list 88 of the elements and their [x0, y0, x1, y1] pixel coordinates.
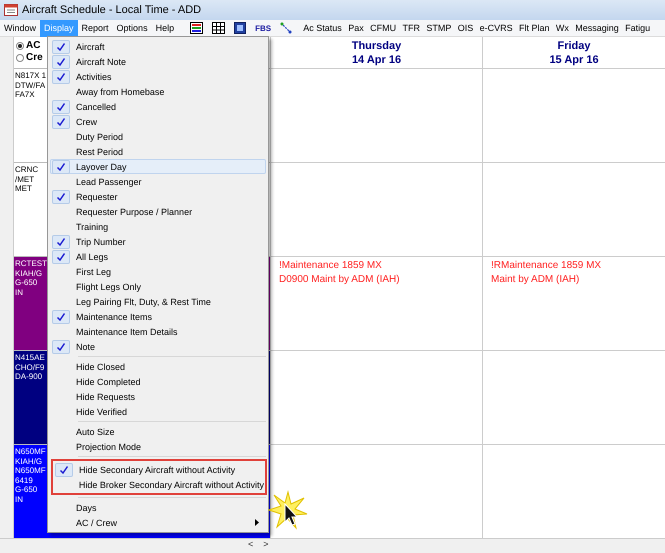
row-label-text: FA7X	[15, 90, 35, 100]
menu-option[interactable]: Hide Verified	[50, 404, 266, 419]
toolbar-link[interactable]: OIS	[454, 23, 476, 33]
radio-label: Cre	[26, 52, 43, 63]
row-label-text: DTW/FA	[15, 80, 46, 90]
row-label-text: KIAH/G	[15, 456, 42, 466]
toolbar-link[interactable]: Flt Plan	[516, 23, 553, 33]
menu-option[interactable]: Auto Size	[50, 424, 266, 439]
menu-option[interactable]: AC / Crew	[50, 515, 266, 530]
menu-option[interactable]: Activities	[50, 69, 266, 84]
day-heading: Thursday	[352, 40, 402, 52]
menu-option[interactable]: Layover Day	[50, 159, 266, 174]
row-label-text: G-650	[15, 485, 38, 494]
menu-option[interactable]: Aircraft Note	[50, 54, 266, 69]
toolbar-link[interactable]: e-CVRS	[476, 23, 516, 33]
toolbar-link[interactable]: CFMU	[366, 23, 400, 33]
window-title: Aircraft Schedule - Local Time - ADD	[22, 4, 202, 16]
toolbar-link[interactable]: Fatigu	[622, 23, 654, 33]
menu-option[interactable]: All Legs	[50, 249, 266, 264]
menu-option[interactable]: Cancelled	[50, 99, 266, 114]
row-label-text: /MET	[15, 174, 34, 184]
menu-option[interactable]: Projection Mode	[50, 439, 266, 454]
grid-icon[interactable]	[212, 22, 226, 34]
menu-option[interactable]: Away from Homebase	[50, 84, 266, 99]
row-label-text: 6419	[15, 476, 33, 485]
row-label-text: G-650	[15, 278, 38, 288]
row-label-text: IN	[15, 288, 23, 297]
menu-item[interactable]: Report	[78, 20, 113, 36]
row-label-text: CRNC	[15, 165, 38, 174]
menu-item[interactable]: Window	[0, 20, 40, 36]
menu-option[interactable]: Flight Legs Only	[50, 279, 266, 294]
menu-option[interactable]: Hide Broker Secondary Aircraft without Activity	[53, 477, 265, 492]
row-label-text: IN	[15, 494, 23, 504]
row-label-text: N650MF	[15, 447, 46, 456]
date-heading: 15 Apr 16	[549, 54, 599, 66]
menu-option[interactable]: Requester Purpose / Planner	[50, 204, 266, 219]
menu-option[interactable]: Trip Number	[50, 234, 266, 249]
connector-icon[interactable]	[280, 22, 292, 34]
event-text: D0900 Maint by ADM (IAH)	[279, 274, 400, 285]
menu-option[interactable]: Hide Closed	[50, 359, 266, 374]
toolbar-link[interactable]: Wx	[552, 23, 572, 33]
calendar-icon	[4, 4, 18, 16]
row-label-text: CHO/F9	[15, 362, 44, 372]
date-heading: 14 Apr 16	[352, 54, 402, 66]
menu-item[interactable]: Help	[152, 20, 178, 36]
row-label-text: N817X 1	[15, 71, 46, 80]
day-heading: Friday	[557, 40, 590, 52]
row-label-text: DA-900	[15, 372, 42, 382]
menu-option[interactable]: Note	[50, 339, 266, 354]
row-label-text: N650MF	[15, 466, 46, 476]
menu-option[interactable]: Lead Passenger	[50, 174, 266, 189]
menu-item[interactable]: Options	[112, 20, 152, 36]
menu-option[interactable]: Rest Period	[50, 144, 266, 159]
event-text: Maint by ADM (IAH)	[491, 274, 580, 285]
color-grid-icon[interactable]	[190, 22, 204, 34]
vertical-scrollbar[interactable]	[0, 37, 14, 538]
radio-label: AC	[26, 40, 40, 51]
menu-option[interactable]: Days	[50, 500, 266, 515]
menu-option[interactable]: First Leg	[50, 264, 266, 279]
row-label-text: MET	[15, 184, 32, 194]
toolbar-text-icon[interactable]: FBS	[255, 24, 272, 32]
event-text: !RMaintenance 1859 MX	[491, 260, 602, 271]
toolbar-link[interactable]: TFR	[399, 23, 424, 33]
menu-option[interactable]: Crew	[50, 114, 266, 129]
menu-option[interactable]: Requester	[50, 189, 266, 204]
cursor-burst-drawing	[268, 490, 308, 530]
toolbar-link[interactable]: STMP	[423, 23, 455, 33]
menu-option[interactable]: Leg Pairing Flt, Duty, & Rest Time	[50, 294, 266, 309]
toolbar-link[interactable]: Messaging	[572, 23, 622, 33]
radio-button[interactable]	[16, 54, 24, 62]
menu-option[interactable]: Hide Completed	[50, 374, 266, 389]
toolbar-link[interactable]: Pax	[345, 23, 367, 33]
menu-option[interactable]: Maintenance Item Details	[50, 324, 266, 339]
menu-option[interactable]: Maintenance Items	[50, 309, 266, 324]
window-icon[interactable]	[234, 22, 246, 34]
menu-option[interactable]: Hide Requests	[50, 389, 266, 404]
menu-option[interactable]: Training	[50, 219, 266, 234]
menu-option[interactable]: Duty Period	[50, 129, 266, 144]
row-label-text: KIAH/G	[15, 268, 42, 278]
menu-option[interactable]: Aircraft	[50, 39, 266, 54]
row-label-text: RCTEST	[15, 259, 47, 268]
menu-option[interactable]: Hide Secondary Aircraft without Activity	[53, 462, 265, 477]
toolbar-link[interactable]: Ac Status	[300, 23, 345, 33]
radio-button[interactable]	[16, 42, 24, 50]
row-label-text: N415AE	[15, 353, 45, 362]
pager-arrow[interactable]: <	[248, 539, 254, 553]
pager-arrow[interactable]: >	[263, 539, 269, 553]
event-text: !Maintenance 1859 MX	[279, 260, 382, 271]
